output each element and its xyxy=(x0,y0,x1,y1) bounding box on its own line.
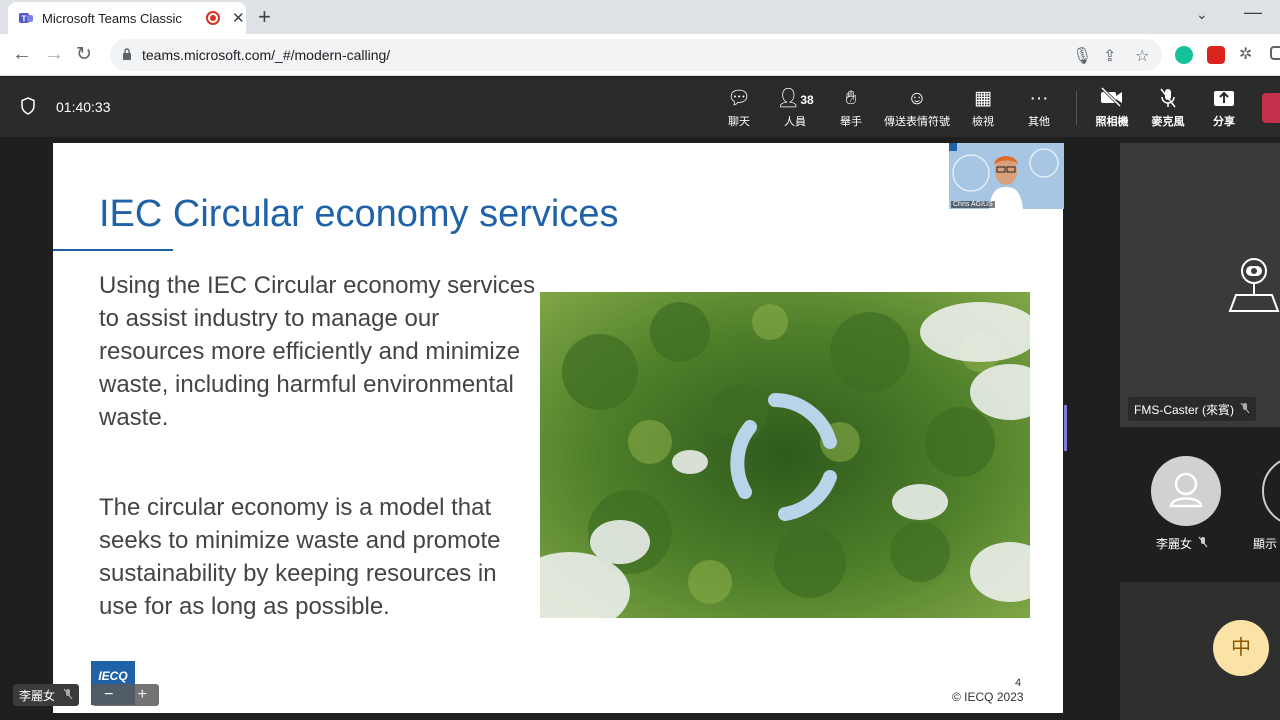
bookmark-star-icon[interactable]: ☆ xyxy=(1135,46,1149,66)
mic-muted-icon xyxy=(1198,536,1208,551)
svg-text:T: T xyxy=(22,15,27,24)
share-tray-icon xyxy=(1189,87,1259,111)
omnibox[interactable]: teams.microsoft.com/_#/modern-calling/ 🎙… xyxy=(110,39,1162,71)
tab-search-chevron-icon[interactable]: ⌄ xyxy=(1196,6,1208,23)
reload-icon[interactable]: ↻ xyxy=(76,43,92,66)
smiley-icon: ☺︎ xyxy=(907,88,927,109)
stage-resize-handle[interactable] xyxy=(1064,405,1067,451)
grammarly-extension-icon[interactable] xyxy=(1175,46,1193,64)
tab-title: Microsoft Teams Classic xyxy=(42,10,182,26)
tab-close-icon[interactable]: ✕ xyxy=(232,9,245,27)
slide-page-number: 4 xyxy=(1015,677,1022,689)
reactions-button[interactable]: ☺︎ 傳送表情符號 xyxy=(876,87,958,131)
back-icon[interactable]: ← xyxy=(12,43,32,66)
side-panel-icon[interactable] xyxy=(1270,46,1280,60)
share-page-icon[interactable]: ⇪ xyxy=(1103,46,1116,66)
meeting-timer: 01:40:33 xyxy=(56,99,111,115)
microphone-icon[interactable]: 🎙︎ xyxy=(1072,46,1092,66)
forest-recycle-image xyxy=(540,292,1030,618)
forward-icon[interactable]: → xyxy=(44,43,64,66)
person-icon xyxy=(1169,472,1203,508)
ime-language-button[interactable]: 中 xyxy=(1213,620,1269,676)
more-dots-icon: ··· xyxy=(1029,88,1049,109)
mic-muted-icon xyxy=(1240,402,1250,417)
minimize-window-icon[interactable]: — xyxy=(1244,2,1262,23)
reactions-label: 傳送表情符號 xyxy=(884,116,950,128)
participant-name-2: 顯示 xyxy=(1253,537,1278,551)
address-bar: ← → ↻ teams.microsoft.com/_#/modern-call… xyxy=(0,34,1280,76)
more-button[interactable]: ··· 其他 xyxy=(1004,87,1074,131)
caster-name: FMS-Caster (來賓) xyxy=(1134,402,1234,417)
people-count: 38 xyxy=(800,93,814,107)
browser-tab[interactable]: T Microsoft Teams Classic ✕ xyxy=(8,2,246,34)
lock-icon xyxy=(123,48,131,60)
meeting-toolbar: 01:40:33 💬︎ 聊天 👤︎38 人員 ✋︎ 舉手 ☺︎ 傳送表情符號 ▦… xyxy=(0,77,1280,137)
shield-icon xyxy=(21,97,35,115)
url-text[interactable]: teams.microsoft.com/_#/modern-calling/ xyxy=(142,47,390,63)
pdf-extension-icon[interactable] xyxy=(1207,46,1225,64)
participant-name: 李麗女 xyxy=(1156,537,1193,551)
zoom-out-button[interactable]: − xyxy=(104,686,113,704)
new-tab-icon[interactable]: + xyxy=(258,4,271,30)
slide-paragraph-2: The circular economy is a model that see… xyxy=(99,494,501,620)
zoom-in-button[interactable]: + xyxy=(138,686,147,704)
extensions-puzzle-icon[interactable]: ✲ xyxy=(1239,44,1257,63)
slide-zoom-control: − + xyxy=(92,684,159,706)
share-label: 分享 xyxy=(1213,116,1235,128)
teams-icon: T xyxy=(19,13,33,24)
slide-paragraph-1: Using the IEC Circular economy services … xyxy=(99,272,536,431)
shared-slide: IEC Circular economy services Using the … xyxy=(53,143,1063,713)
leave-button[interactable] xyxy=(1262,93,1280,123)
caster-name-tag: FMS-Caster (來賓) xyxy=(1128,397,1256,421)
presenter-name: Chris AGIUS xyxy=(951,201,995,208)
slide-title: IEC Circular economy services xyxy=(99,193,619,235)
participant-avatar-2[interactable] xyxy=(1262,456,1280,526)
title-underline xyxy=(53,249,173,251)
browser-tab-strip: T Microsoft Teams Classic ✕ + ⌄ — xyxy=(0,0,1280,34)
share-button[interactable]: 分享 xyxy=(1189,87,1259,131)
presenter-video[interactable]: Chris AGIUS xyxy=(949,143,1064,209)
caster-video-tile[interactable] xyxy=(1120,143,1280,427)
self-name: 李麗女 xyxy=(19,688,56,703)
participant-avatar[interactable] xyxy=(1151,456,1221,526)
more-label: 其他 xyxy=(1028,116,1050,128)
participant-name-tag: 李麗女 xyxy=(1156,535,1208,552)
self-name-tag: 李麗女 xyxy=(13,684,80,706)
recording-indicator-icon xyxy=(206,11,220,25)
mic-muted-icon xyxy=(63,688,73,703)
slide-copyright: © IECQ 2023 xyxy=(952,690,1024,704)
camera-device-icon xyxy=(1228,258,1280,312)
